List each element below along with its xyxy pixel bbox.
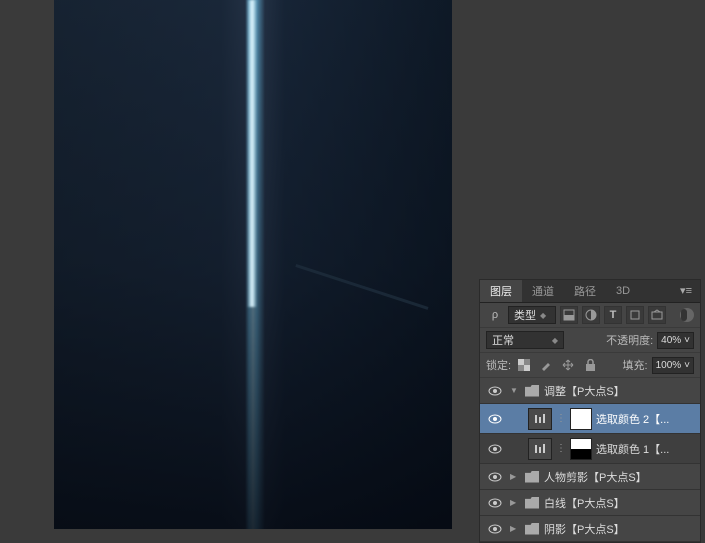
search-icon: ρ [486, 306, 504, 324]
opacity-value: 40% [661, 335, 681, 346]
lock-label: 锁定: [486, 357, 511, 373]
filter-type-icon[interactable]: T [604, 306, 622, 324]
filter-pixel-icon[interactable] [560, 306, 578, 324]
twirl-right-icon[interactable]: ▶ [510, 472, 520, 481]
canvas-viewport[interactable] [54, 0, 452, 529]
layer-group[interactable]: ▶ 白线【P大点S】 [480, 490, 700, 516]
folder-icon [524, 470, 540, 484]
fill-label: 填充: [623, 357, 648, 373]
layer-item[interactable]: ⋮ 选取颜色 2【... [480, 404, 700, 434]
chevron-down-icon: ˅ [684, 360, 690, 371]
filter-shape-icon[interactable] [626, 306, 644, 324]
filter-label: 类型 [514, 307, 536, 323]
filter-smart-icon[interactable] [648, 306, 666, 324]
opacity-label: 不透明度: [606, 332, 653, 348]
layers-list: ▼ 调整【P大点S】 ⋮ 选取颜色 2【... ⋮ 选取颜色 1【... ▶ 人… [480, 378, 700, 542]
lock-transparency-icon[interactable] [515, 356, 533, 374]
adjustment-thumb[interactable] [528, 408, 552, 430]
folder-icon [524, 496, 540, 510]
image-detail [295, 264, 428, 310]
fill-input[interactable]: 100% ˅ [652, 357, 694, 374]
layer-name: 人物剪影【P大点S】 [544, 469, 696, 485]
layer-name: 选取颜色 1【... [596, 441, 696, 457]
layer-name: 白线【P大点S】 [544, 495, 696, 511]
document-image [54, 0, 452, 529]
tab-channels[interactable]: 通道 [522, 280, 564, 302]
layer-group[interactable]: ▶ 人物剪影【P大点S】 [480, 464, 700, 490]
twirl-down-icon[interactable]: ▼ [510, 386, 520, 395]
layer-group[interactable]: ▼ 调整【P大点S】 [480, 378, 700, 404]
visibility-toggle[interactable] [484, 498, 506, 508]
tab-paths[interactable]: 路径 [564, 280, 606, 302]
visibility-toggle[interactable] [484, 414, 506, 424]
layer-name: 调整【P大点S】 [544, 383, 696, 399]
panel-tabs: 图层 通道 路径 3D ▾≡ [480, 280, 700, 303]
filter-toggle[interactable] [680, 308, 694, 322]
chevron-down-icon: ◆ [540, 311, 546, 320]
mask-thumb[interactable] [570, 408, 592, 430]
lock-all-icon[interactable] [581, 356, 599, 374]
filter-type-select[interactable]: 类型 ◆ [508, 306, 556, 324]
tab-3d[interactable]: 3D [606, 280, 640, 302]
visibility-toggle[interactable] [484, 472, 506, 482]
tab-layers[interactable]: 图层 [480, 280, 522, 302]
panel-menu-icon[interactable]: ▾≡ [672, 280, 700, 302]
filter-adjust-icon[interactable] [582, 306, 600, 324]
twirl-right-icon[interactable]: ▶ [510, 498, 520, 507]
chevron-down-icon: ◆ [552, 336, 558, 345]
blend-mode-value: 正常 [492, 332, 514, 348]
lock-row: 锁定: 填充: 100% ˅ [480, 353, 700, 378]
visibility-toggle[interactable] [484, 444, 506, 454]
layer-item[interactable]: ⋮ 选取颜色 1【... [480, 434, 700, 464]
blend-row: 正常 ◆ 不透明度: 40% ˅ [480, 328, 700, 353]
link-icon[interactable]: ⋮ [556, 413, 566, 424]
layer-filter-row: ρ 类型 ◆ T [480, 303, 700, 328]
layer-name: 选取颜色 2【... [596, 411, 696, 427]
layers-panel: 图层 通道 路径 3D ▾≡ ρ 类型 ◆ T 正常 ◆ 不透明度: 40% ˅… [479, 279, 701, 543]
blend-mode-select[interactable]: 正常 ◆ [486, 331, 564, 349]
fill-value: 100% [656, 360, 682, 371]
lock-move-icon[interactable] [559, 356, 577, 374]
link-icon[interactable]: ⋮ [556, 443, 566, 454]
mask-thumb[interactable] [570, 438, 592, 460]
layer-group[interactable]: ▶ 阴影【P大点S】 [480, 516, 700, 542]
lock-paint-icon[interactable] [537, 356, 555, 374]
chevron-down-icon: ˅ [684, 335, 690, 346]
adjustment-thumb[interactable] [528, 438, 552, 460]
visibility-toggle[interactable] [484, 386, 506, 396]
opacity-input[interactable]: 40% ˅ [657, 332, 694, 349]
folder-icon [524, 384, 540, 398]
